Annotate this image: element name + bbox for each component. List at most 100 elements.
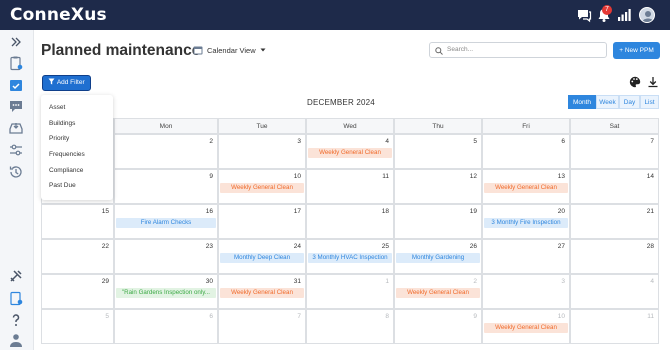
calendar-view-selector[interactable]: Calendar View: [193, 45, 266, 55]
day-cell[interactable]: 18: [306, 204, 394, 239]
day-cell[interactable]: 17: [218, 204, 306, 239]
day-number[interactable]: 26: [470, 243, 477, 250]
day-cell[interactable]: 7: [570, 134, 659, 169]
day-cell[interactable]: 5: [394, 134, 482, 169]
calendar-event[interactable]: 3 Monthly Fire Inspection: [484, 218, 568, 228]
day-cell[interactable]: 4: [570, 274, 659, 309]
day-cell[interactable]: 8: [306, 309, 394, 344]
calendar-event[interactable]: 3 Monthly HVAC Inspection: [308, 253, 392, 263]
palette-icon[interactable]: [629, 76, 641, 88]
clipboard-gear-icon[interactable]: [8, 290, 24, 306]
day-number[interactable]: 18: [382, 208, 389, 215]
day-cell[interactable]: 6: [114, 309, 218, 344]
filter-option-compliance[interactable]: Compliance: [49, 167, 83, 174]
day-cell[interactable]: 15: [41, 204, 114, 239]
chat-bubble-icon[interactable]: [8, 98, 24, 114]
day-number[interactable]: 1: [385, 278, 389, 285]
calendar-event[interactable]: "Rain Gardens Inspection only...: [116, 288, 216, 298]
sliders-icon[interactable]: [8, 142, 24, 158]
signal-bars-icon[interactable]: [616, 7, 632, 23]
filter-option-priority[interactable]: Priority: [49, 135, 69, 142]
day-number[interactable]: 27: [558, 243, 565, 250]
tools-icon[interactable]: [8, 268, 24, 284]
day-number[interactable]: 4: [650, 278, 654, 285]
day-cell[interactable]: 1: [306, 274, 394, 309]
calendar-event[interactable]: Weekly General Clean: [396, 288, 480, 298]
user-avatar-icon[interactable]: [639, 7, 655, 23]
day-number[interactable]: 13: [558, 173, 565, 180]
day-cell[interactable]: 2: [114, 134, 218, 169]
filter-option-buildings[interactable]: Buildings: [49, 120, 75, 127]
day-number[interactable]: 17: [294, 208, 301, 215]
day-number[interactable]: 4: [385, 138, 389, 145]
day-cell[interactable]: 14: [570, 169, 659, 204]
month-view-button[interactable]: Month: [568, 95, 596, 109]
day-number[interactable]: 28: [647, 243, 654, 250]
day-number[interactable]: 2: [473, 278, 477, 285]
day-number[interactable]: 31: [294, 278, 301, 285]
calendar-check-icon[interactable]: [8, 77, 24, 93]
day-cell[interactable]: 21: [570, 204, 659, 239]
day-number[interactable]: 12: [470, 173, 477, 180]
day-cell[interactable]: 9: [394, 309, 482, 344]
history-icon[interactable]: [8, 164, 24, 180]
clipboard-settings-icon[interactable]: [8, 55, 24, 71]
day-number[interactable]: 3: [561, 278, 565, 285]
new-ppm-button[interactable]: + New PPM: [613, 42, 660, 59]
calendar-event[interactable]: Weekly General Clean: [220, 183, 304, 193]
day-number[interactable]: 3: [297, 138, 301, 145]
day-cell[interactable]: 3: [218, 134, 306, 169]
day-cell[interactable]: 3: [482, 274, 570, 309]
search-input[interactable]: Search...: [429, 42, 607, 58]
day-cell[interactable]: 6: [482, 134, 570, 169]
calendar-event[interactable]: Fire Alarm Checks: [116, 218, 216, 228]
calendar-event[interactable]: Weekly General Clean: [484, 183, 568, 193]
user-settings-icon[interactable]: [8, 332, 24, 348]
day-number[interactable]: 10: [558, 313, 565, 320]
day-cell[interactable]: 27: [482, 239, 570, 274]
calendar-event[interactable]: Weekly General Clean: [484, 323, 568, 333]
day-number[interactable]: 14: [647, 173, 654, 180]
calendar-event[interactable]: Weekly General Clean: [220, 288, 304, 298]
day-cell[interactable]: 28: [570, 239, 659, 274]
download-icon[interactable]: [647, 76, 659, 88]
day-number[interactable]: 5: [105, 313, 109, 320]
inbox-tray-icon[interactable]: [8, 120, 24, 136]
app-logo[interactable]: ConneXus: [10, 5, 107, 25]
day-number[interactable]: 9: [473, 313, 477, 320]
day-cell[interactable]: 29: [41, 274, 114, 309]
day-cell[interactable]: 12: [394, 169, 482, 204]
day-cell[interactable]: 11: [570, 309, 659, 344]
day-view-button[interactable]: Day: [619, 95, 640, 109]
expand-icon[interactable]: [8, 34, 24, 50]
day-number[interactable]: 15: [102, 208, 109, 215]
help-icon[interactable]: [8, 312, 24, 328]
calendar-event[interactable]: Weekly General Clean: [308, 148, 392, 158]
day-number[interactable]: 30: [206, 278, 213, 285]
day-number[interactable]: 6: [209, 313, 213, 320]
day-number[interactable]: 11: [382, 173, 389, 180]
day-number[interactable]: 23: [206, 243, 213, 250]
list-view-button[interactable]: List: [640, 95, 659, 109]
day-number[interactable]: 24: [294, 243, 301, 250]
day-cell[interactable]: 11: [306, 169, 394, 204]
day-number[interactable]: 22: [102, 243, 109, 250]
filter-option-asset[interactable]: Asset: [49, 104, 65, 111]
day-cell[interactable]: 9: [114, 169, 218, 204]
day-number[interactable]: 11: [647, 313, 654, 320]
day-number[interactable]: 7: [297, 313, 301, 320]
chat-icon[interactable]: [576, 7, 592, 23]
day-number[interactable]: 6: [561, 138, 565, 145]
day-number[interactable]: 20: [558, 208, 565, 215]
day-number[interactable]: 21: [647, 208, 654, 215]
day-number[interactable]: 9: [209, 173, 213, 180]
day-cell[interactable]: 19: [394, 204, 482, 239]
filter-option-frequencies[interactable]: Frequencies: [49, 151, 85, 158]
day-number[interactable]: 16: [206, 208, 213, 215]
day-number[interactable]: 19: [470, 208, 477, 215]
day-cell[interactable]: 7: [218, 309, 306, 344]
filter-option-past-due[interactable]: Past Due: [49, 182, 76, 189]
calendar-event[interactable]: Monthly Deep Clean: [220, 253, 304, 263]
day-number[interactable]: 2: [209, 138, 213, 145]
day-number[interactable]: 29: [102, 278, 109, 285]
